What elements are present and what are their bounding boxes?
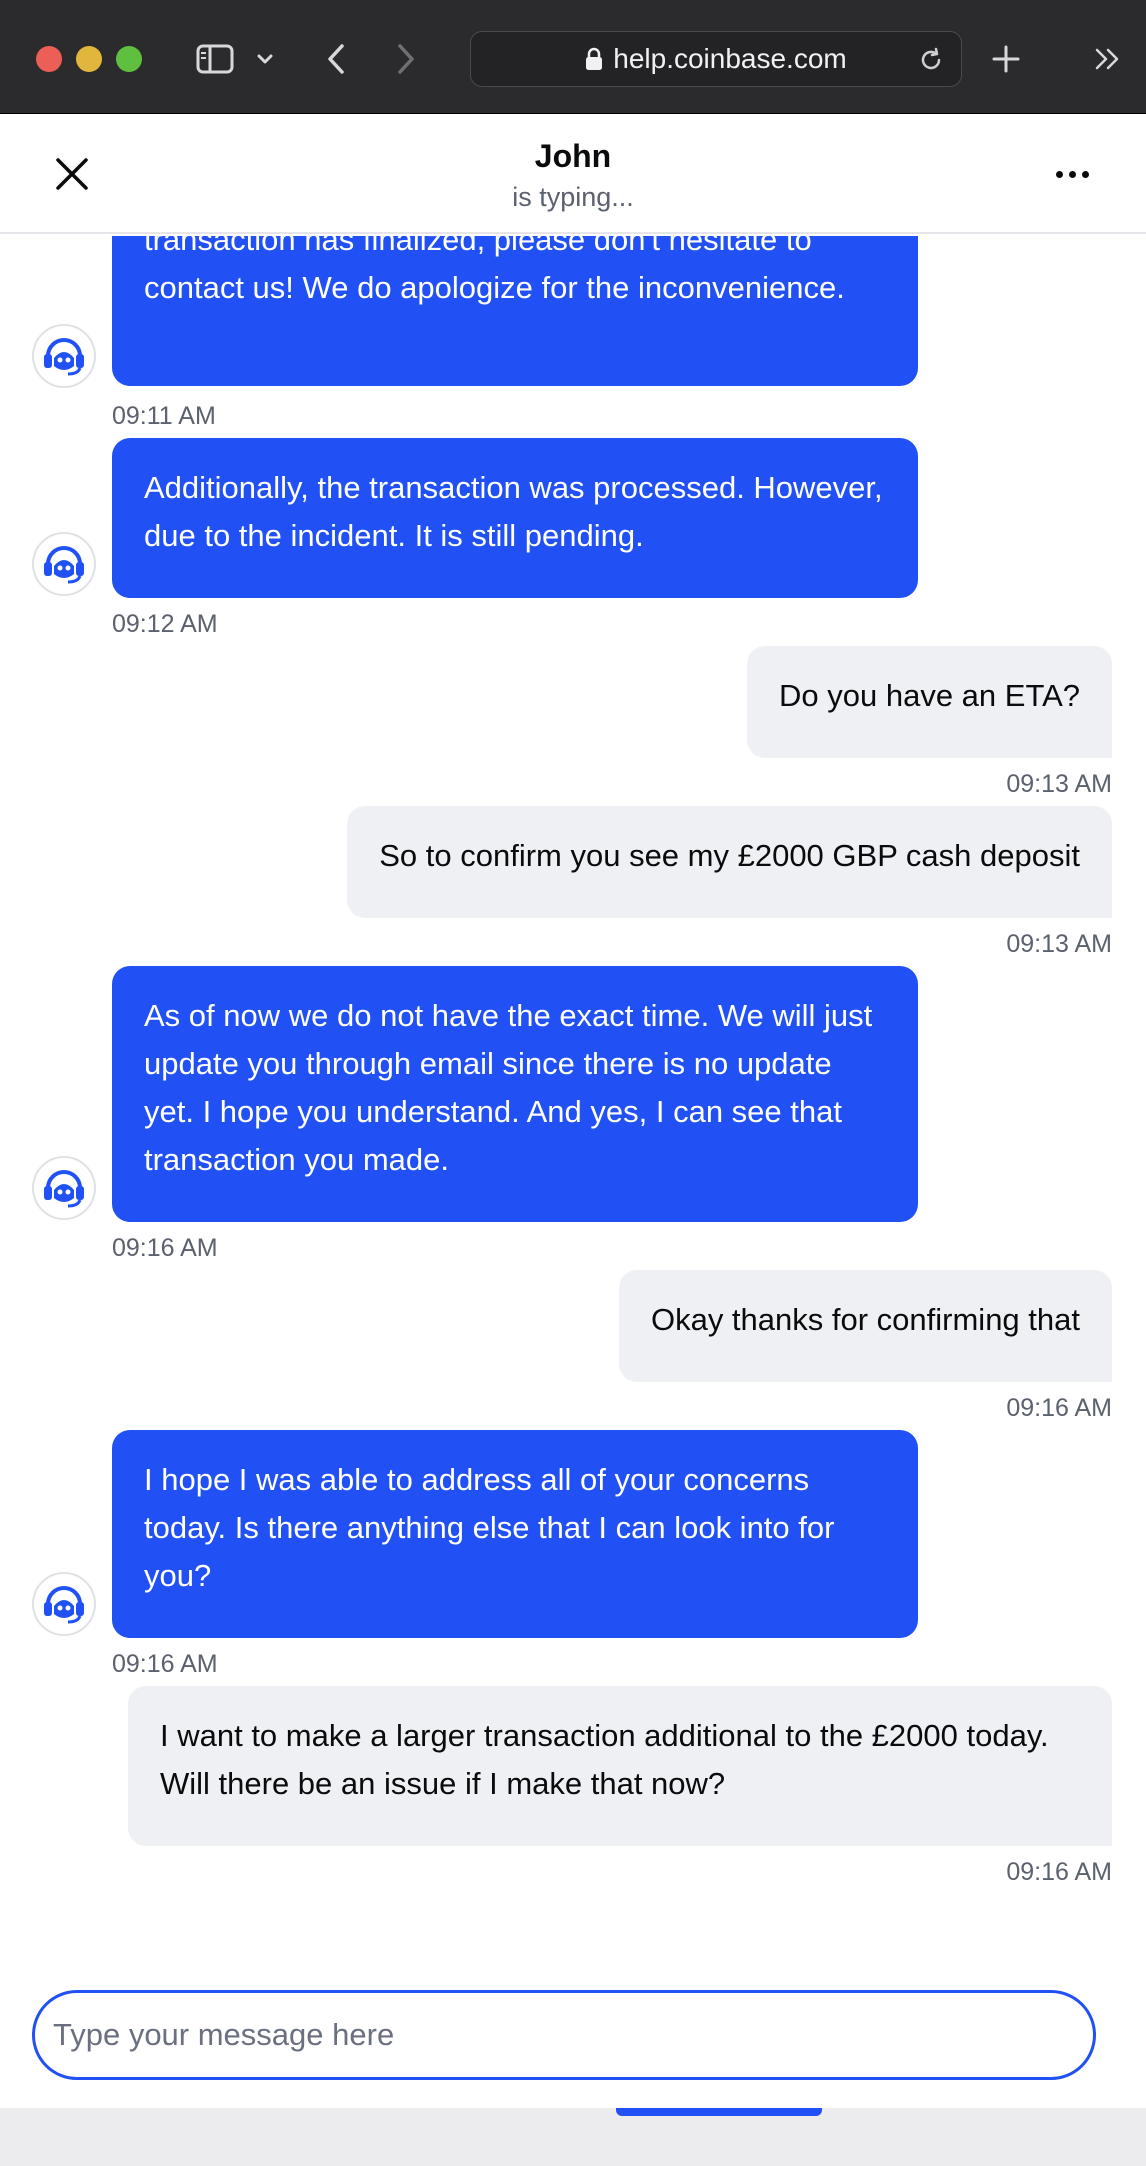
headset-agent-icon — [44, 1586, 84, 1624]
sidebar-toggle-icon[interactable] — [190, 36, 240, 82]
message-timestamp: 09:13 AM — [1006, 930, 1112, 958]
message-list[interactable]: transaction has finalized, please don't … — [0, 236, 1146, 1956]
address-bar[interactable]: help.coinbase.com — [470, 31, 962, 87]
message-timestamp: 09:16 AM — [1006, 1394, 1112, 1422]
more-options-icon[interactable] — [1050, 162, 1094, 186]
headset-agent-icon — [44, 338, 84, 376]
message-timestamp: 09:16 AM — [112, 1234, 218, 1262]
agent-message: As of now we do not have the exact time.… — [112, 966, 918, 1222]
message-timestamp: 09:16 AM — [112, 1650, 218, 1678]
zoom-window-button[interactable] — [116, 46, 142, 72]
headset-agent-icon — [44, 1170, 84, 1208]
typing-status: is typing... — [512, 182, 634, 212]
agent-avatar — [32, 532, 96, 596]
page-background — [0, 2108, 1146, 2166]
message-composer[interactable] — [32, 1990, 1096, 2080]
agent-name: John — [534, 138, 612, 174]
chat-header: John is typing... — [0, 114, 1146, 234]
user-message: Okay thanks for confirming that — [618, 1270, 1112, 1382]
message-input[interactable] — [35, 1993, 1093, 2077]
agent-message: Additionally, the transaction was proces… — [112, 438, 918, 598]
forward-arrow-icon[interactable] — [386, 36, 426, 82]
reload-icon[interactable] — [917, 46, 945, 74]
message-timestamp: 09:12 AM — [112, 610, 218, 638]
double-chevron-right-icon[interactable] — [1086, 36, 1130, 82]
agent-avatar — [32, 324, 96, 388]
user-message: So to confirm you see my £2000 GBP cash … — [347, 806, 1112, 918]
agent-message: I hope I was able to address all of your… — [112, 1430, 918, 1638]
user-message: Do you have an ETA? — [747, 646, 1112, 758]
message-timestamp: 09:13 AM — [1006, 770, 1112, 798]
close-window-button[interactable] — [36, 46, 62, 72]
chevron-down-icon[interactable] — [250, 36, 280, 82]
user-message: I want to make a larger transaction addi… — [128, 1686, 1112, 1846]
agent-avatar — [32, 1156, 96, 1220]
back-arrow-icon[interactable] — [316, 36, 356, 82]
agent-avatar — [32, 1572, 96, 1636]
url-text: help.coinbase.com — [613, 43, 847, 74]
new-tab-icon[interactable] — [984, 36, 1028, 82]
chat-panel: John is typing... transaction has finali… — [0, 114, 1146, 2108]
agent-message: transaction has finalized, please don't … — [112, 236, 918, 386]
browser-toolbar: help.coinbase.com — [0, 0, 1146, 114]
underlying-page-button — [616, 2108, 822, 2116]
minimize-window-button[interactable] — [76, 46, 102, 72]
message-timestamp: 09:16 AM — [1006, 1858, 1112, 1886]
headset-agent-icon — [44, 546, 84, 584]
lock-icon — [585, 47, 603, 71]
message-timestamp: 09:11 AM — [112, 402, 216, 430]
